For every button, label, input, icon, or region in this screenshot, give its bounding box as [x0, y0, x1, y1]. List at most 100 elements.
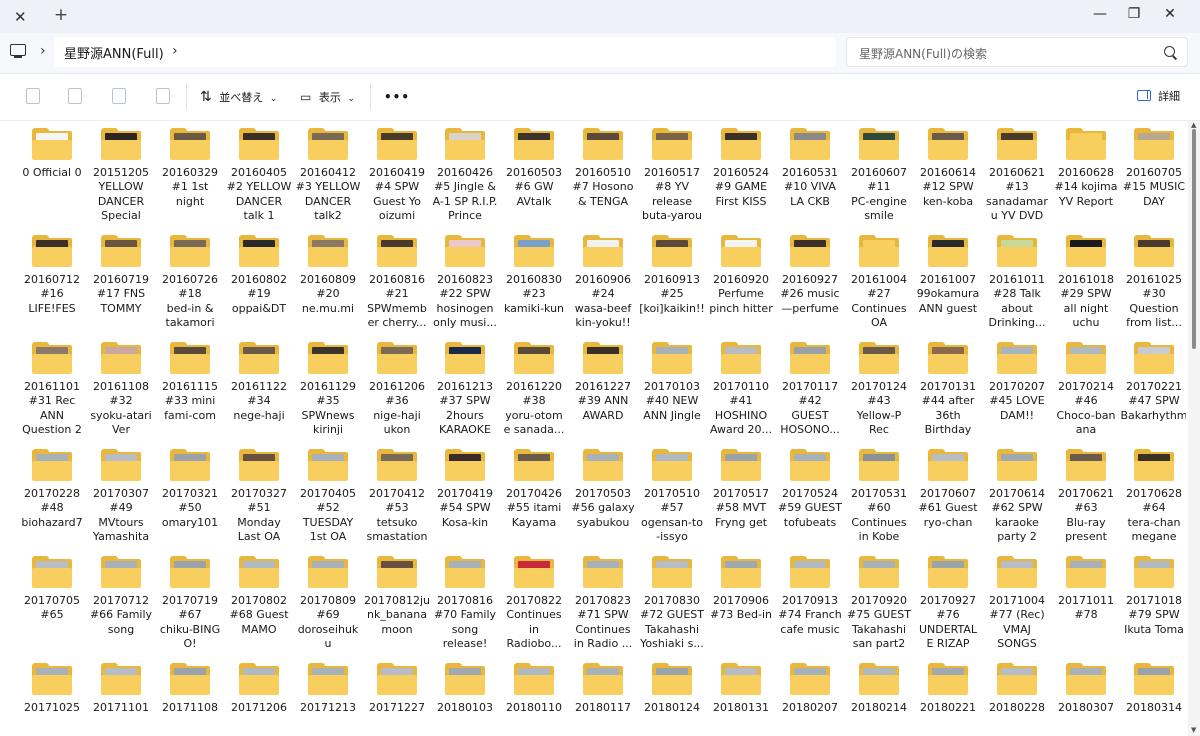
folder-item[interactable]: 20180221	[914, 656, 982, 715]
folder-item[interactable]: 20160906 #24 wasa-beef kin-yoku!!	[569, 228, 637, 331]
chevron-right-icon[interactable]: ›	[40, 43, 46, 59]
folder-item[interactable]: 20170607 #61 Guest ryo-chan	[914, 442, 982, 530]
folder-item[interactable]: 20161101 #31 Rec ANN Question 2	[18, 335, 86, 438]
folder-item[interactable]: 20160628 #14 kojima YV Report	[1052, 121, 1120, 209]
folder-item[interactable]: 20170117 #42 GUEST HOSONO...	[776, 335, 844, 438]
folder-item[interactable]: 20170207 #45 LOVE DAM!!	[983, 335, 1051, 423]
folder-item[interactable]: 20160531 #10 VIVA LA CKB	[776, 121, 844, 209]
delete-icon[interactable]	[156, 88, 170, 104]
folder-item[interactable]: 20170809 #69 doroseihuk u	[294, 549, 362, 652]
folder-item[interactable]: 20170124 #43 Yellow-P Rec	[845, 335, 913, 438]
folder-item[interactable]: 20180214	[845, 656, 913, 715]
folder-item[interactable]: 20171108	[156, 656, 224, 715]
folder-item[interactable]: 20161018 #29 SPW all night uchu	[1052, 228, 1120, 331]
folder-item[interactable]: 20170913 #74 Franch cafe music	[776, 549, 844, 637]
folder-item[interactable]: 20170307 #49 MVtours Yamashita	[87, 442, 155, 545]
copy-icon[interactable]	[26, 88, 40, 104]
folder-item[interactable]: 20161227 #39 ANN AWARD	[569, 335, 637, 423]
share-icon[interactable]	[112, 88, 126, 104]
folder-item[interactable]: 20171206	[225, 656, 293, 715]
folder-item[interactable]: 20160920 Perfume pinch hitter	[707, 228, 775, 316]
folder-item[interactable]: 20160802 #19 oppai&DT	[225, 228, 293, 316]
folder-item[interactable]: 20160927 #26 music —perfume	[776, 228, 844, 316]
folder-item[interactable]: 20160524 #9 GAME First KISS	[707, 121, 775, 209]
folder-item[interactable]: 20170927 #76 UNDERTAL E RIZAP	[914, 549, 982, 652]
tab[interactable]: ✕	[6, 4, 38, 30]
folder-item[interactable]: 20160517 #8 YV release buta-yarou	[638, 121, 706, 224]
folder-item[interactable]: 20160719 #17 FNS TOMMY	[87, 228, 155, 316]
folder-item[interactable]: 20180307	[1052, 656, 1120, 715]
folder-item[interactable]: 20170214 #46 Choco-ban ana	[1052, 335, 1120, 438]
folder-item[interactable]: 20171101	[87, 656, 155, 715]
tab-close-icon[interactable]: ✕	[14, 8, 27, 26]
folder-item[interactable]: 20170830 #72 GUEST Takahashi Yoshiaki s...	[638, 549, 706, 652]
folder-item[interactable]: 20170712 #66 Family song	[87, 549, 155, 637]
folder-item[interactable]: 20160412 #3 YELLOW DANCER talk2	[294, 121, 362, 224]
folder-item[interactable]: 20170517 #58 MVT Fryng get	[707, 442, 775, 530]
folder-item[interactable]: 20161007 99okamura ANN guest	[914, 228, 982, 316]
folder-item[interactable]: 20170131 #44 after 36th Birthday	[914, 335, 982, 438]
folder-item[interactable]: 20180314	[1120, 656, 1186, 715]
folder-item[interactable]: 20170906 #73 Bed-in	[707, 549, 775, 623]
folder-item[interactable]: 20170524 #59 GUEST tofubeats	[776, 442, 844, 530]
folder-item[interactable]: 20180103	[431, 656, 499, 715]
folder-item[interactable]: 20170228 #48 biohazard7	[18, 442, 86, 530]
folder-item[interactable]: 20170719 #67 chiku-BING O!	[156, 549, 224, 652]
details-pane-icon[interactable]	[1137, 90, 1151, 101]
folder-item[interactable]: 20170412 #53 tetsuko smastation	[363, 442, 431, 545]
folder-item[interactable]: 20160614 #12 SPW ken-koba	[914, 121, 982, 209]
sort-button[interactable]: ⇅ 並べ替え ⌄	[200, 86, 277, 108]
folder-item[interactable]: 20180124	[638, 656, 706, 715]
folder-item[interactable]: 20180110	[500, 656, 568, 715]
folder-item[interactable]: 20160809 #20 ne.mu.mi	[294, 228, 362, 316]
folder-item[interactable]: 20170103 #40 NEW ANN Jingle	[638, 335, 706, 423]
folder-item[interactable]: 20160816 #21 SPWmemb er cherry...	[363, 228, 431, 331]
folder-item[interactable]: 20160913 #25 [koi]kaikin!!	[638, 228, 706, 316]
folder-item[interactable]: 20160405 #2 YELLOW DANCER talk 1	[225, 121, 293, 224]
folder-item[interactable]: 20171213	[294, 656, 362, 715]
folder-item[interactable]: 20171004 #77 (Rec) VMAJ SONGS	[983, 549, 1051, 652]
new-tab-icon[interactable]: +	[50, 4, 72, 26]
folder-item[interactable]: 20160705 #15 MUSIC DAY	[1120, 121, 1186, 209]
folder-item[interactable]: 20160726 #18 bed-in & takamori	[156, 228, 224, 331]
folder-item[interactable]: 20160712 #16 LIFE!FES	[18, 228, 86, 316]
folder-item[interactable]: 20161122 #34 nege-haji	[225, 335, 293, 423]
folder-item[interactable]: 20170705 #65	[18, 549, 86, 623]
folder-item[interactable]: 20170405 #52 TUESDAY 1st OA	[294, 442, 362, 545]
folder-item[interactable]: 20160503 #6 GW AVtalk	[500, 121, 568, 209]
folder-item[interactable]: 20170802 #68 Guest MAMO	[225, 549, 293, 637]
breadcrumb-folder[interactable]: 星野源ANN(Full)	[64, 43, 164, 62]
vertical-scrollbar[interactable]: ▲ ▼	[1188, 121, 1200, 736]
folder-item[interactable]: 20170510 #57 ogensan-to -issyo	[638, 442, 706, 545]
folder-item[interactable]: 20170531 #60 Continues in Kobe	[845, 442, 913, 545]
this-pc-icon[interactable]	[10, 44, 26, 58]
close-icon[interactable]: ✕	[1150, 0, 1190, 30]
search-input[interactable]: 星野源ANN(Full)の検索	[846, 37, 1188, 67]
folder-item[interactable]: 20160329 #1 1st night	[156, 121, 224, 209]
more-options-button[interactable]: •••	[384, 86, 410, 108]
folder-item[interactable]: 20161025 #30 Question from list...	[1120, 228, 1186, 331]
folder-item[interactable]: 20170503 #56 galaxy syabukou	[569, 442, 637, 530]
chevron-right-icon[interactable]: ›	[172, 43, 178, 59]
restore-icon[interactable]: ❐	[1114, 0, 1154, 30]
folder-item[interactable]: 20170621 #63 Blu-ray present	[1052, 442, 1120, 545]
folder-item[interactable]: 20170614 #62 SPW karaoke party 2	[983, 442, 1051, 545]
folder-item[interactable]: 20161004 #27 Continues OA	[845, 228, 913, 331]
folder-item[interactable]: 20170426 #55 itami Kayama	[500, 442, 568, 530]
folder-item[interactable]: 20161213 #37 SPW 2hours KARAOKE	[431, 335, 499, 438]
folder-item[interactable]: 20171018 #79 SPW Ikuta Toma	[1120, 549, 1186, 637]
folder-item[interactable]: 20171227	[363, 656, 431, 715]
folder-item[interactable]: 20161115 #33 mini fami-com	[156, 335, 224, 423]
folder-item[interactable]: 20170419 #54 SPW Kosa-kin	[431, 442, 499, 530]
folder-item[interactable]: 20160419 #4 SPW Guest Yo oizumi	[363, 121, 431, 224]
scroll-down-icon[interactable]: ▼	[1191, 726, 1196, 734]
folder-item[interactable]: 20180228	[983, 656, 1051, 715]
folder-item[interactable]: 20161206 #36 nige-haji ukon	[363, 335, 431, 438]
folder-item[interactable]: 20160621 #13 sanadamar u YV DVD	[983, 121, 1051, 224]
folder-item[interactable]: 20160607 #11 PC-engine smile	[845, 121, 913, 224]
folder-item[interactable]: 20161129 #35 SPWnews kirinji	[294, 335, 362, 438]
search-icon[interactable]	[1164, 46, 1175, 57]
folder-item[interactable]: 20161011 #28 Talk about Drinking...	[983, 228, 1051, 331]
folder-item[interactable]: 0 Official 0	[18, 121, 86, 180]
folder-item[interactable]: 20170822 Continues in Radiobo...	[500, 549, 568, 652]
